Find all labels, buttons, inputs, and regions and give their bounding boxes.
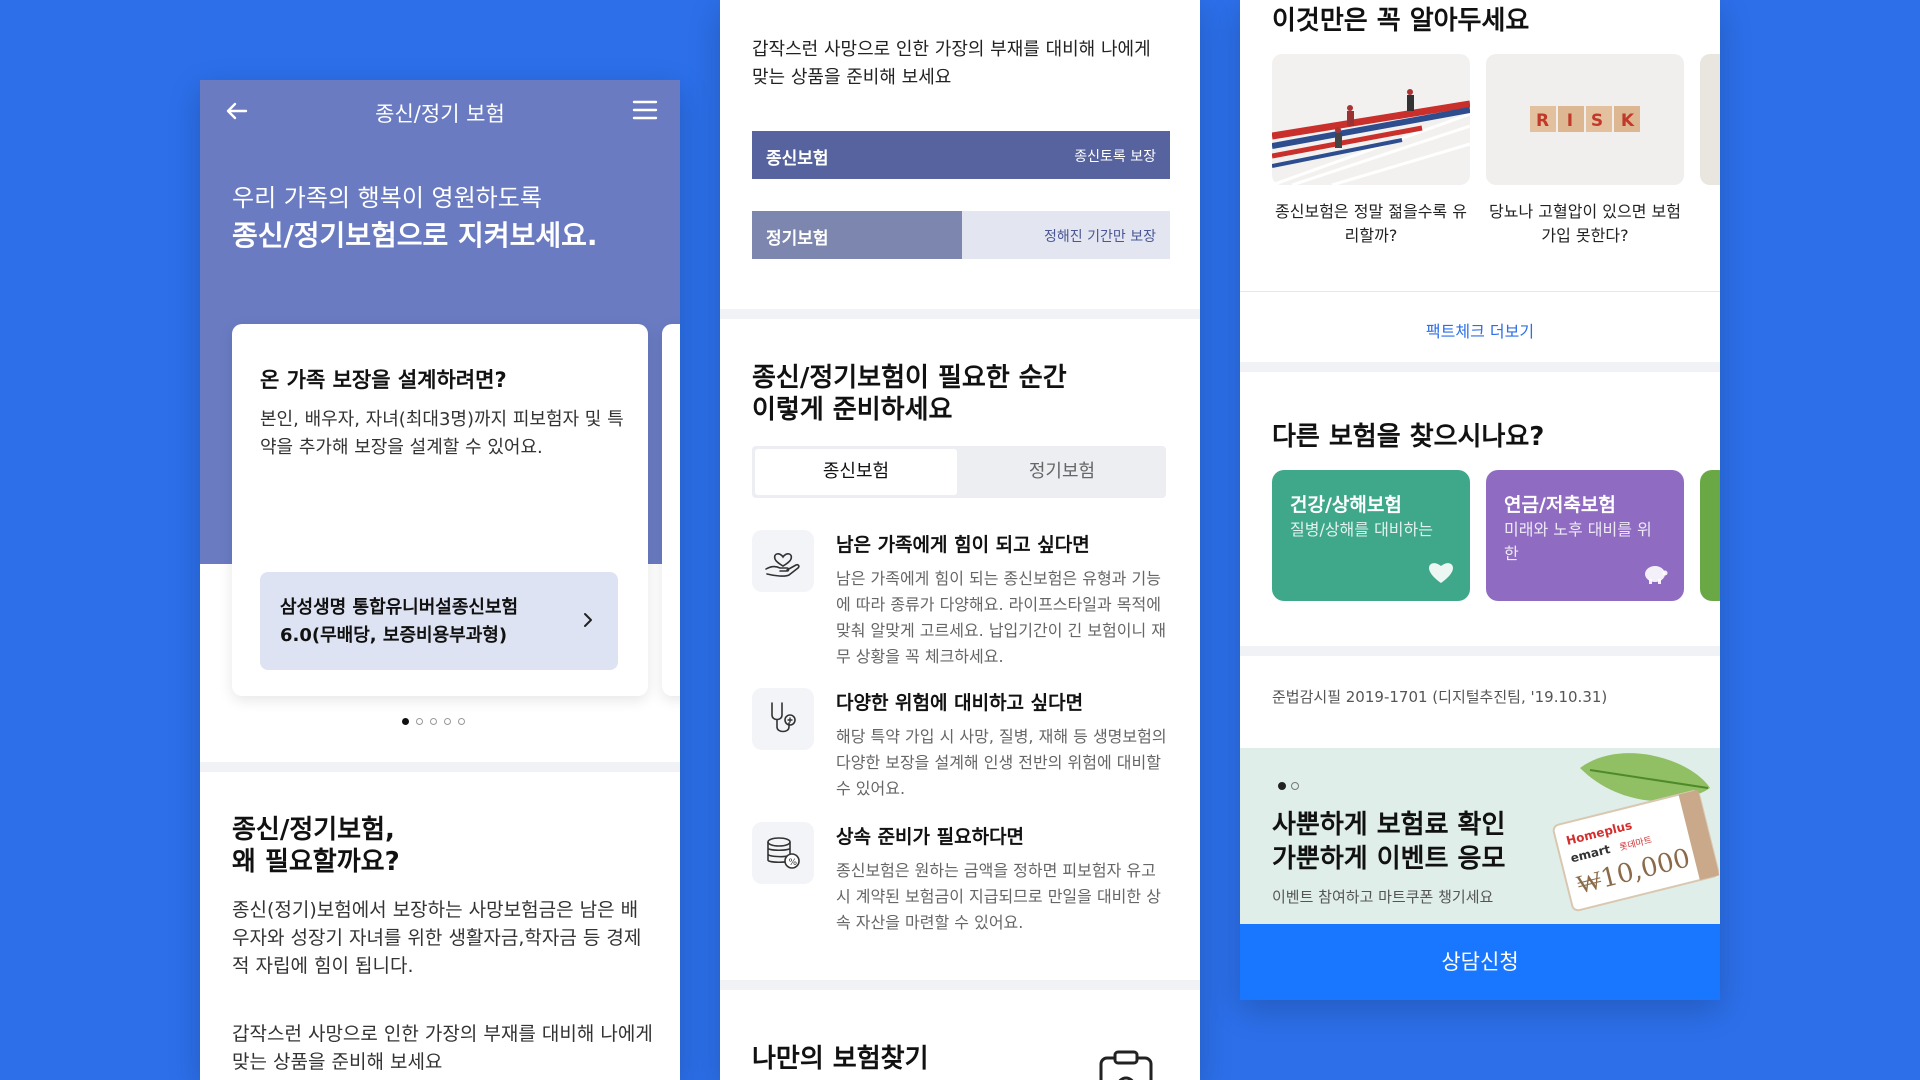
hero-subtitle: 우리 가족의 행복이 영원하도록 — [232, 184, 542, 212]
coins-icon: % — [752, 822, 814, 884]
section-divider — [1240, 362, 1720, 372]
chevron-right-icon — [584, 613, 592, 627]
stethoscope-icon — [752, 688, 814, 750]
bar-description: 정해진 기간만 보장 — [1044, 229, 1156, 245]
heart-icon — [1429, 563, 1453, 583]
section-title-line2: 왜 필요할까요? — [232, 847, 400, 877]
section-divider — [1240, 646, 1720, 656]
fact-image-figures[interactable] — [1272, 54, 1470, 185]
fact-caption[interactable]: 종신보험은 정말 젊을수록 유리할까? — [1272, 200, 1470, 248]
section-title: 종신/정기보험이 필요한 순간 이렇게 준비하세요 — [752, 362, 1067, 426]
hamburger-menu-icon[interactable] — [632, 98, 658, 122]
bar-description: 종신토록 보장 — [1074, 149, 1156, 165]
banner-title-line2: 가뿐하게 이벤트 응모 — [1272, 844, 1506, 874]
bar-label: 종신보험 — [766, 149, 829, 169]
item-description: 남은 가족에게 힘이 되는 종신보험은 유형과 기능에 따라 종류가 다양해요.… — [836, 569, 1167, 666]
other-insurance-title: 다른 보험을 찾으시나요? — [1272, 422, 1545, 452]
banner-subtitle: 이벤트 참여하고 마트쿠폰 챙기세요 — [1272, 888, 1494, 906]
pagination-dot[interactable] — [444, 718, 451, 725]
next-card-peek[interactable] — [662, 324, 680, 696]
carousel-pagination — [402, 718, 465, 725]
more-facts-link[interactable]: 팩트체크 더보기 — [1240, 318, 1720, 342]
item-title: 상속 준비가 필요하다면 — [836, 826, 1025, 848]
product-name: 삼성생명 통합유니버설종신보험 6.0(무배당, 보증비용부과형) — [280, 597, 519, 646]
perspective-lines-image — [1272, 89, 1470, 185]
section-description-2: 갑작스런 사망으로 인한 가장의 부재를 대비해 나에게 맞는 상품을 준비해 … — [232, 1023, 653, 1073]
coupon-illustration: Homeplus emart 롯데마트 ₩10,000 — [1552, 753, 1720, 912]
nav-title: 종신/정기 보험 — [375, 102, 505, 126]
tab-term[interactable]: 정기보험 — [961, 449, 1163, 495]
banner-pagination — [1278, 782, 1299, 790]
fact-caption[interactable]: 당뇨나 고혈압이 있으면 보험 가입 못한다? — [1486, 200, 1684, 248]
pagination-dot[interactable] — [402, 718, 409, 725]
intro-text: 갑작스런 사망으로 인한 가장의 부재를 대비해 나에게 맞는 상품을 준비해 … — [752, 39, 1151, 88]
screen-more-info: 이것만은 꼭 알아두세요 종신보험은 정말 젊을수록 유리할까? RISK 당뇨… — [1240, 0, 1720, 1000]
tile-pension-insurance[interactable]: 연금/저축보험 미래와 노후 대비를 위한 — [1486, 470, 1684, 601]
item-title: 남은 가족에게 힘이 되고 싶다면 — [836, 534, 1090, 556]
section-description: 종신(정기)보험에서 보장하는 사망보험금은 남은 배우자와 성장기 자녀를 위… — [232, 899, 642, 977]
consultation-button[interactable]: 상담신청 — [1240, 924, 1720, 1000]
screen-insurance-guide: 갑작스런 사망으로 인한 가장의 부재를 대비해 나에게 맞는 상품을 준비해 … — [720, 0, 1200, 1080]
section-title-line1: 종신/정기보험이 필요한 순간 — [752, 363, 1067, 393]
tile-description: 질병/상해를 대비하는 — [1290, 520, 1433, 539]
compliance-text: 준법감시필 2019-1701 (디지털추진팀, '19.10.31) — [1272, 688, 1608, 706]
card-title: 온 가족 보장을 설계하려면? — [260, 368, 507, 392]
pagination-dot[interactable] — [1278, 782, 1286, 790]
coverage-card: 온 가족 보장을 설계하려면? 본인, 배우자, 자녀(최대3명)까지 피보험자… — [232, 324, 648, 696]
product-button[interactable]: 삼성생명 통합유니버설종신보험 6.0(무배당, 보증비용부과형) — [260, 572, 618, 670]
bar-label: 정기보험 — [766, 229, 829, 249]
pagination-dot[interactable] — [430, 718, 437, 725]
heart-hand-icon — [752, 530, 814, 592]
item-description: 해당 특약 가입 시 사망, 질병, 재해 등 생명보험의 다양한 보장을 설계… — [836, 727, 1167, 798]
section-divider — [200, 762, 680, 772]
term-bar: 정기보험 정해진 기간만 보장 — [752, 211, 1170, 259]
section-title-line2: 이렇게 준비하세요 — [752, 395, 953, 425]
fact-image-peek[interactable] — [1700, 54, 1720, 185]
card-description: 본인, 배우자, 자녀(최대3명)까지 피보험자 및 특약을 추가해 보장을 설… — [260, 409, 624, 458]
divider-line — [1240, 291, 1720, 292]
pagination-dot[interactable] — [458, 718, 465, 725]
tab-whole-life[interactable]: 종신보험 — [755, 449, 957, 495]
clipboard-icon — [1099, 1050, 1153, 1080]
section-title-line1: 종신/정기보험, — [232, 815, 395, 845]
facts-title: 이것만은 꼭 알아두세요 — [1272, 6, 1530, 36]
banner-title: 사뿐하게 보험료 확인 가뿐하게 이벤트 응모 — [1272, 808, 1505, 876]
tile-health-insurance[interactable]: 건강/상해보험 질병/상해를 대비하는 — [1272, 470, 1470, 601]
top-nav: 종신/정기 보험 — [200, 80, 680, 144]
piggy-bank-icon — [1645, 566, 1668, 584]
item-title: 다양한 위험에 대비하고 싶다면 — [836, 692, 1084, 714]
fact-image-risk[interactable]: RISK — [1486, 54, 1684, 185]
svg-text:%: % — [789, 858, 798, 868]
whole-life-bar: 종신보험 종신토록 보장 — [752, 131, 1170, 179]
event-banner[interactable]: 사뿐하게 보험료 확인 가뿐하게 이벤트 응모 이벤트 참여하고 마트쿠폰 챙기… — [1240, 748, 1720, 924]
find-insurance-title: 나만의 보험찾기 — [752, 1044, 929, 1074]
hero-title: 종신/정기보험으로 지켜보세요. — [232, 219, 598, 252]
section-divider — [720, 309, 1200, 319]
tile-next-peek[interactable] — [1700, 470, 1720, 601]
section-divider — [720, 980, 1200, 990]
screen-whole-life-insurance: 종신/정기 보험 우리 가족의 행복이 영원하도록 종신/정기보험으로 지켜보세… — [200, 80, 680, 1080]
pagination-dot[interactable] — [1291, 782, 1299, 790]
section-title: 종신/정기보험, 왜 필요할까요? — [232, 814, 400, 878]
item-description: 종신보험은 원하는 금액을 정하면 피보험자 유고 시 계약된 보험금이 지급되… — [836, 861, 1161, 932]
insurance-tabs: 종신보험 정기보험 — [752, 446, 1166, 498]
tile-title: 연금/저축보험 — [1504, 494, 1616, 516]
tile-title: 건강/상해보험 — [1290, 494, 1402, 516]
tile-description: 미래와 노후 대비를 위한 — [1504, 520, 1652, 563]
pagination-dot[interactable] — [416, 718, 423, 725]
banner-title-line1: 사뿐하게 보험료 확인 — [1272, 810, 1506, 840]
